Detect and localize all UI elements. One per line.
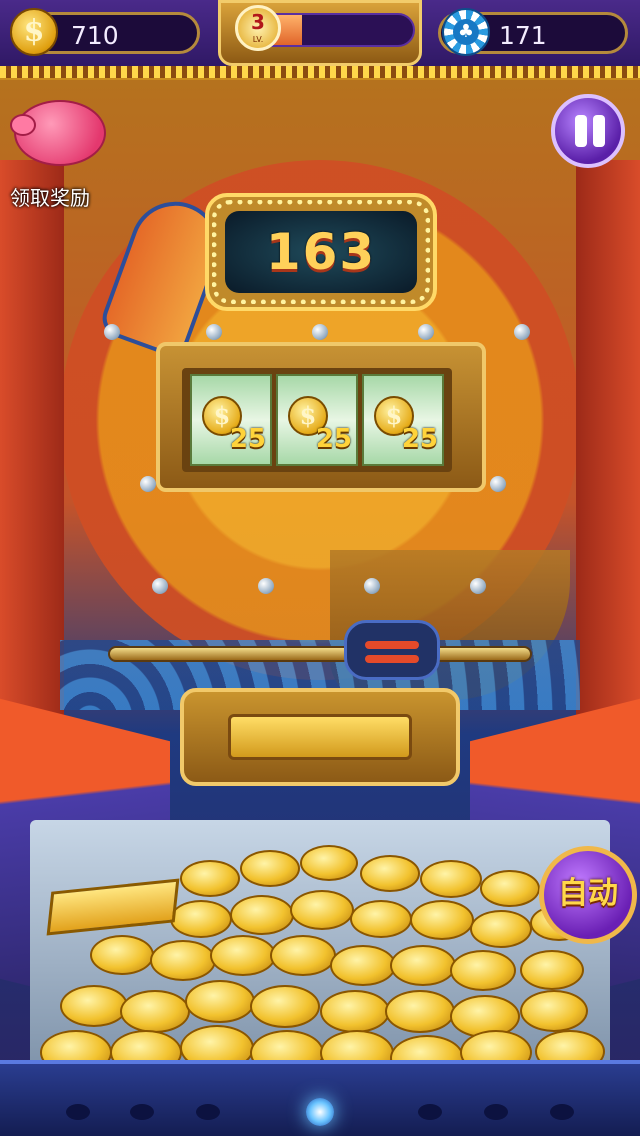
pusher-gate <box>180 688 460 786</box>
pin <box>470 578 486 594</box>
reel-value: 25 <box>229 424 266 454</box>
pin <box>140 476 156 492</box>
gold-coin <box>210 935 276 976</box>
gold-coin <box>240 850 300 887</box>
pin <box>514 324 530 340</box>
coin-drop-slot[interactable] <box>344 620 440 680</box>
gold-coin <box>230 895 294 935</box>
gold-coin <box>360 855 420 892</box>
pin <box>104 324 120 340</box>
score-value: 163 <box>265 223 377 281</box>
gold-coin <box>170 900 232 938</box>
level-number: 3 <box>251 10 265 34</box>
club-chip-icon: ♣ <box>442 8 490 56</box>
tray-light <box>306 1098 334 1126</box>
pause-icon <box>575 115 587 147</box>
gold-coin <box>350 900 412 938</box>
gold-coin <box>250 985 320 1028</box>
gold-coin <box>450 950 516 991</box>
dollar-coin-icon: $ <box>10 8 58 56</box>
gold-coin <box>90 935 154 975</box>
gold-coin <box>520 990 588 1032</box>
gold-coin <box>60 985 128 1027</box>
gold-coin <box>120 990 190 1033</box>
pause-button[interactable] <box>551 94 625 168</box>
gold-coin <box>180 860 240 897</box>
reel-3: $ 25 <box>362 374 444 466</box>
slot-reels: $ 25 $ 25 $ 25 <box>156 342 486 492</box>
pin <box>490 476 506 492</box>
pin <box>312 324 328 340</box>
gold-coin <box>185 980 255 1023</box>
gold-coin <box>300 845 358 881</box>
gold-coin <box>330 945 396 986</box>
level-badge: 3 LV. <box>235 5 281 51</box>
gold-coin <box>270 935 336 976</box>
piggy-bank-icon[interactable] <box>10 96 110 176</box>
coin-count: 710 <box>71 21 119 50</box>
gold-coin <box>410 900 474 940</box>
reward-label[interactable]: 领取奖励 <box>10 182 90 211</box>
chip-count: 171 <box>499 21 547 50</box>
pin <box>258 578 274 594</box>
auto-button[interactable]: 自动 <box>539 846 637 944</box>
pusher-rail <box>108 646 532 662</box>
pin <box>152 578 168 594</box>
reel-value: 25 <box>315 424 352 454</box>
gold-coin <box>420 860 482 898</box>
gold-coin <box>480 870 540 907</box>
reel-2: $ 25 <box>276 374 358 466</box>
reel-1: $ 25 <box>190 374 272 466</box>
gold-coin <box>470 910 532 948</box>
gold-coin <box>150 940 216 981</box>
level-panel: 3 LV. <box>218 0 422 66</box>
pin <box>364 578 380 594</box>
pin <box>418 324 434 340</box>
top-hud: 710 $ 3 LV. 171 ♣ <box>0 0 640 80</box>
gold-coin <box>385 990 455 1033</box>
gold-coin <box>390 945 456 986</box>
marquee-lights <box>0 66 640 78</box>
gold-coin <box>290 890 354 930</box>
reel-value: 25 <box>401 424 438 454</box>
score-display: 163 <box>205 193 437 311</box>
gold-coin <box>520 950 584 990</box>
level-suffix: LV. <box>252 35 264 44</box>
gold-coin <box>320 990 390 1033</box>
pin <box>206 324 222 340</box>
